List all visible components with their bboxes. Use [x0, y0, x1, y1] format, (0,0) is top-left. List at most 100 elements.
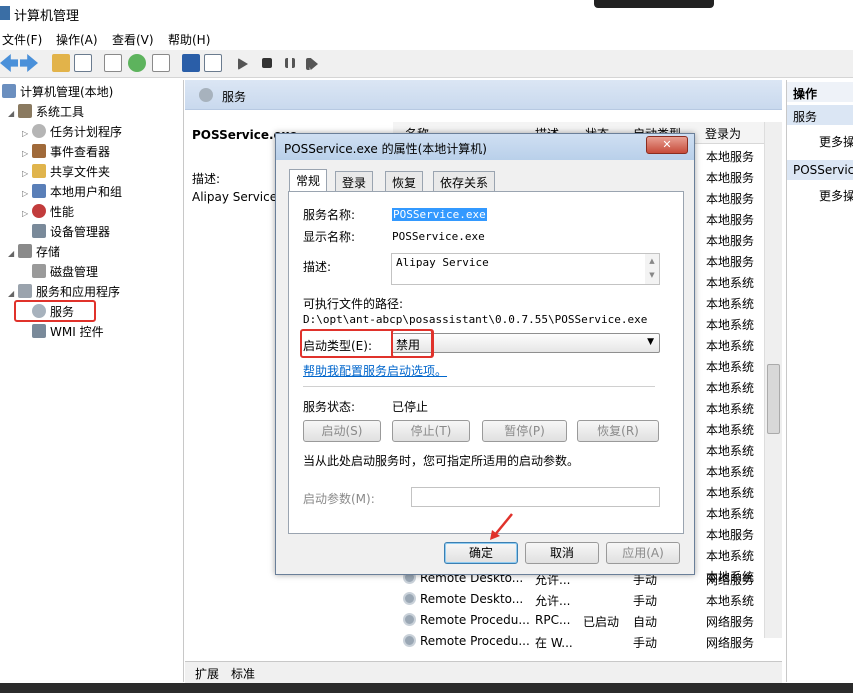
logon-cell: 本地系统 — [706, 507, 755, 521]
properties-dialog: POSService.exe 的属性(本地计算机) ✕ 常规 登录 恢复 依存关… — [275, 133, 695, 575]
expand-arrow-icon[interactable]: ▷ — [22, 189, 32, 198]
collapse-arrow-icon[interactable]: ◢ — [8, 289, 18, 298]
path-label: 可执行文件的路径: — [303, 297, 404, 311]
logon-cell: 本地系统 — [706, 276, 755, 290]
collapse-arrow-icon[interactable]: ◢ — [8, 249, 18, 258]
collapse-arrow-icon[interactable]: ◢ — [8, 109, 18, 118]
actions-more-1[interactable]: 更多操 — [787, 130, 853, 150]
expand-arrow-icon[interactable]: ▷ — [22, 209, 32, 218]
search-icon — [199, 88, 213, 102]
logon-cell: 本地系统 — [706, 549, 755, 563]
logon-cell: 本地系统 — [706, 402, 755, 416]
description-scrollbar[interactable]: ▲ ▼ — [645, 254, 659, 284]
tree-disk-management[interactable]: 磁盘管理 — [32, 263, 98, 281]
tree-system-tools[interactable]: ◢ 系统工具 — [8, 103, 84, 121]
table-row[interactable]: Remote Procedu... RPC... 已启动 自动 网络服务 — [185, 610, 782, 631]
tree-storage[interactable]: ◢ 存储 — [8, 243, 60, 261]
tree-device-manager[interactable]: 设备管理器 — [32, 223, 110, 241]
title-bar: 计算机管理 — [0, 0, 853, 28]
tab-extended[interactable]: 扩展 — [195, 665, 219, 682]
computer-icon — [2, 84, 16, 98]
wmi-icon — [32, 324, 46, 338]
start-params-input[interactable] — [411, 487, 660, 507]
refresh-icon[interactable] — [128, 54, 146, 72]
logon-cell: 本地服务 — [706, 255, 755, 269]
expand-arrow-icon[interactable]: ▷ — [22, 149, 32, 158]
tree-performance[interactable]: ▷ 性能 — [22, 203, 74, 221]
show-hide-tree-icon[interactable] — [74, 54, 92, 72]
logon-cell: 本地服务 — [706, 150, 755, 164]
tree-root[interactable]: 计算机管理(本地) — [2, 83, 113, 101]
tab-standard[interactable]: 标准 — [231, 665, 255, 682]
logon-cell: 本地系统 — [706, 339, 755, 353]
tree-wmi-control[interactable]: WMI 控件 — [32, 323, 104, 341]
dialog-title-bar: POSService.exe 的属性(本地计算机) ✕ — [276, 134, 694, 160]
start-button[interactable]: 启动(S) — [303, 420, 381, 442]
action-pane-icon[interactable] — [204, 54, 222, 72]
logon-cell: 本地系统 — [706, 486, 755, 500]
computer-management-icon — [0, 6, 10, 20]
pause-icon[interactable] — [285, 58, 295, 68]
actions-pane: 操作 服务 更多操 POSServic 更多操 — [786, 80, 853, 682]
actions-more-2[interactable]: 更多操 — [787, 184, 853, 204]
expand-arrow-icon[interactable]: ▷ — [22, 169, 32, 178]
logon-cell: 本地系统 — [706, 297, 755, 311]
logon-cell: 本地系统 — [706, 360, 755, 374]
forward-icon[interactable] — [20, 54, 38, 72]
restart-icon[interactable] — [306, 58, 318, 70]
service-name-value[interactable]: POSService.exe — [392, 208, 487, 221]
display-name-value[interactable]: POSService.exe — [392, 230, 485, 243]
tab-general[interactable]: 常规 — [289, 169, 328, 192]
up-folder-icon[interactable] — [52, 54, 70, 72]
tab-recovery[interactable]: 恢复 — [385, 171, 424, 191]
window-title: 计算机管理 — [14, 9, 80, 24]
col-logon[interactable]: 登录为 — [705, 125, 741, 142]
close-icon[interactable]: ✕ — [646, 136, 688, 154]
chevron-down-icon[interactable]: ▼ — [647, 337, 654, 347]
expand-arrow-icon[interactable]: ▷ — [22, 129, 32, 138]
table-row[interactable]: Remote Procedu... 在 W... 手动 网络服务 — [185, 631, 782, 652]
window-controls[interactable] — [594, 0, 714, 8]
help-icon[interactable] — [182, 54, 200, 72]
pause-button[interactable]: 暂停(P) — [482, 420, 567, 442]
menu-action[interactable]: 操作(A) — [56, 31, 98, 48]
scrollbar[interactable] — [764, 122, 782, 638]
tree-services-apps[interactable]: ◢ 服务和应用程序 — [8, 283, 120, 301]
back-icon[interactable] — [0, 54, 18, 72]
play-icon[interactable] — [238, 58, 248, 70]
start-params-hint: 当从此处启动服务时，您可指定所适用的启动参数。 — [303, 454, 580, 468]
stop-icon[interactable] — [262, 58, 272, 68]
menu-help[interactable]: 帮助(H) — [168, 31, 210, 48]
highlight-services-box — [14, 300, 96, 322]
view-tabs: 扩展 标准 — [185, 661, 782, 683]
description-textbox[interactable]: Alipay Service ▲ ▼ — [391, 253, 660, 285]
logon-cell: 本地服务 — [706, 192, 755, 206]
scrollbar-thumb[interactable] — [767, 364, 780, 434]
logon-cell: 本地系统 — [706, 444, 755, 458]
actions-header: 操作 — [787, 82, 853, 102]
menu-view[interactable]: 查看(V) — [112, 31, 154, 48]
logon-cell: 本地系统 — [706, 318, 755, 332]
service-status-value: 已停止 — [392, 400, 429, 414]
table-row[interactable]: Remote Deskto... 允许... 手动 本地系统 — [185, 589, 782, 610]
selected-service-desc-label: 描述: — [192, 172, 221, 186]
apply-button[interactable]: 应用(A) — [606, 542, 680, 564]
help-configure-link[interactable]: 帮助我配置服务启动选项。 — [303, 362, 447, 379]
stop-button[interactable]: 停止(T) — [392, 420, 470, 442]
description-label: 描述: — [303, 260, 332, 274]
services-pane-title: 服务 — [222, 90, 247, 104]
services-apps-icon — [18, 284, 32, 298]
resume-button[interactable]: 恢复(R) — [577, 420, 659, 442]
selected-service-desc: Alipay Service — [192, 190, 278, 204]
cancel-button[interactable]: 取消 — [525, 542, 599, 564]
menu-file[interactable]: 文件(F) — [2, 31, 42, 48]
tree-task-scheduler[interactable]: ▷ 任务计划程序 — [22, 123, 122, 141]
tree-event-viewer[interactable]: ▷ 事件查看器 — [22, 143, 110, 161]
properties-icon[interactable] — [104, 54, 122, 72]
tree-local-users[interactable]: ▷ 本地用户和组 — [22, 183, 122, 201]
tab-dependencies[interactable]: 依存关系 — [433, 171, 496, 191]
tree-shared-folders[interactable]: ▷ 共享文件夹 — [22, 163, 110, 181]
tab-logon[interactable]: 登录 — [335, 171, 374, 191]
ok-button[interactable]: 确定 — [444, 542, 518, 564]
export-list-icon[interactable] — [152, 54, 170, 72]
